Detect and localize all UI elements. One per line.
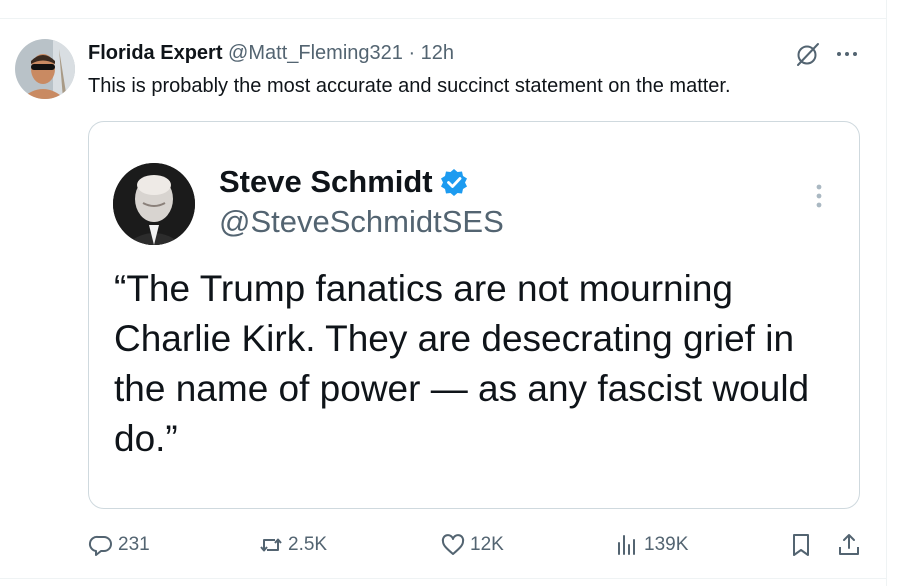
more-icon[interactable]: [833, 41, 861, 67]
quoted-author-name[interactable]: Steve Schmidt: [219, 164, 433, 199]
like-button[interactable]: 12K: [440, 528, 504, 562]
repost-count: 2.5K: [288, 534, 328, 555]
like-icon: [441, 534, 465, 555]
quoted-author-avatar[interactable]: [113, 163, 195, 245]
repost-button[interactable]: 2.5K: [258, 528, 327, 562]
views-button[interactable]: 139K: [614, 528, 688, 562]
bottom-divider: [0, 578, 886, 579]
author-name[interactable]: Florida Expert: [88, 42, 222, 64]
quoted-post[interactable]: Steve Schmidt @SteveSchmidtSES “The Trum…: [88, 121, 860, 509]
quoted-author-handle[interactable]: @SteveSchmidtSES: [219, 202, 504, 242]
bookmark-icon: [793, 534, 809, 556]
share-button[interactable]: [836, 528, 866, 562]
like-count: 12K: [470, 534, 504, 555]
post-header: Florida Expert @Matt_Fleming321 · 12h: [88, 40, 454, 66]
author-avatar[interactable]: [15, 39, 75, 99]
reply-count: 231: [118, 534, 150, 555]
grok-icon[interactable]: [795, 41, 821, 67]
quoted-more-icon[interactable]: [811, 180, 827, 212]
reply-button[interactable]: 231: [88, 528, 150, 562]
quoted-author-name-row: Steve Schmidt: [219, 162, 469, 202]
post-timestamp[interactable]: 12h: [421, 42, 454, 64]
author-handle[interactable]: @Matt_Fleming321: [228, 42, 403, 64]
quoted-post-text: “The Trump fanatics are not mourning Cha…: [114, 268, 810, 459]
post-text: This is probably the most accurate and s…: [88, 75, 731, 97]
action-bar: 231 2.5K 12K 139K: [88, 528, 868, 562]
top-divider: [0, 18, 886, 19]
reply-icon: [88, 535, 112, 556]
repost-icon: [260, 538, 282, 552]
bookmark-button[interactable]: [788, 528, 818, 562]
views-count: 139K: [644, 534, 689, 555]
share-icon: [839, 534, 859, 555]
verified-icon: [439, 167, 469, 197]
right-divider: [886, 0, 887, 586]
header-separator: ·: [408, 42, 416, 64]
views-icon: [618, 535, 635, 555]
